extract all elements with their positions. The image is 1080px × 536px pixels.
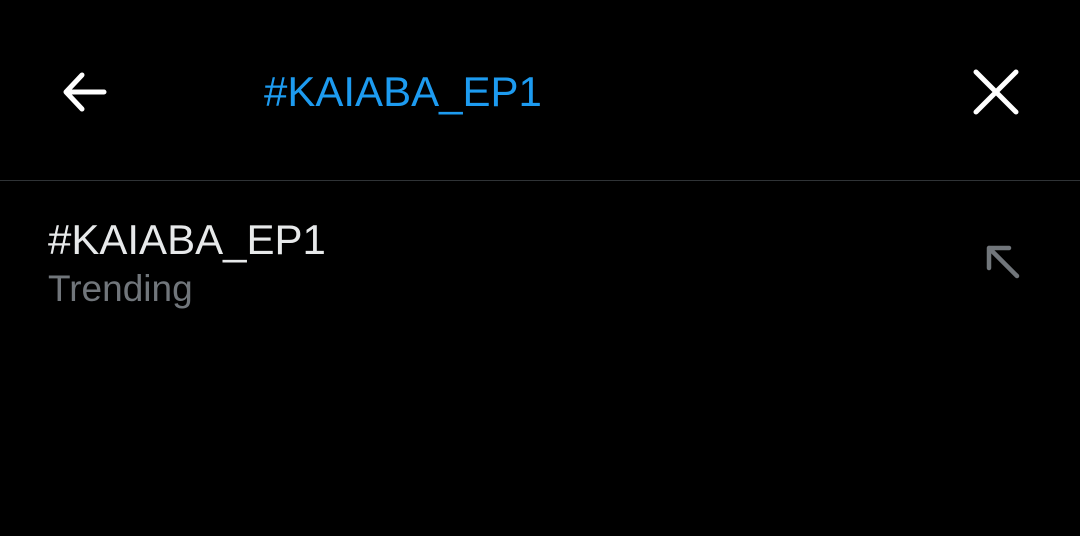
arrow-left-icon [63,72,107,112]
suggestion-subtitle: Trending [48,268,193,309]
suggestion-title: #KAIABA_EP1 [48,216,326,263]
fill-query-button[interactable] [978,237,1028,287]
search-suggestion-item[interactable]: #KAIABA_EP1 Trending [0,181,1080,341]
search-bar [0,0,1080,180]
arrow-up-left-icon [986,245,1020,279]
close-icon [973,69,1019,115]
search-input[interactable] [264,62,864,122]
back-button[interactable] [52,60,116,124]
clear-search-button[interactable] [964,60,1028,124]
